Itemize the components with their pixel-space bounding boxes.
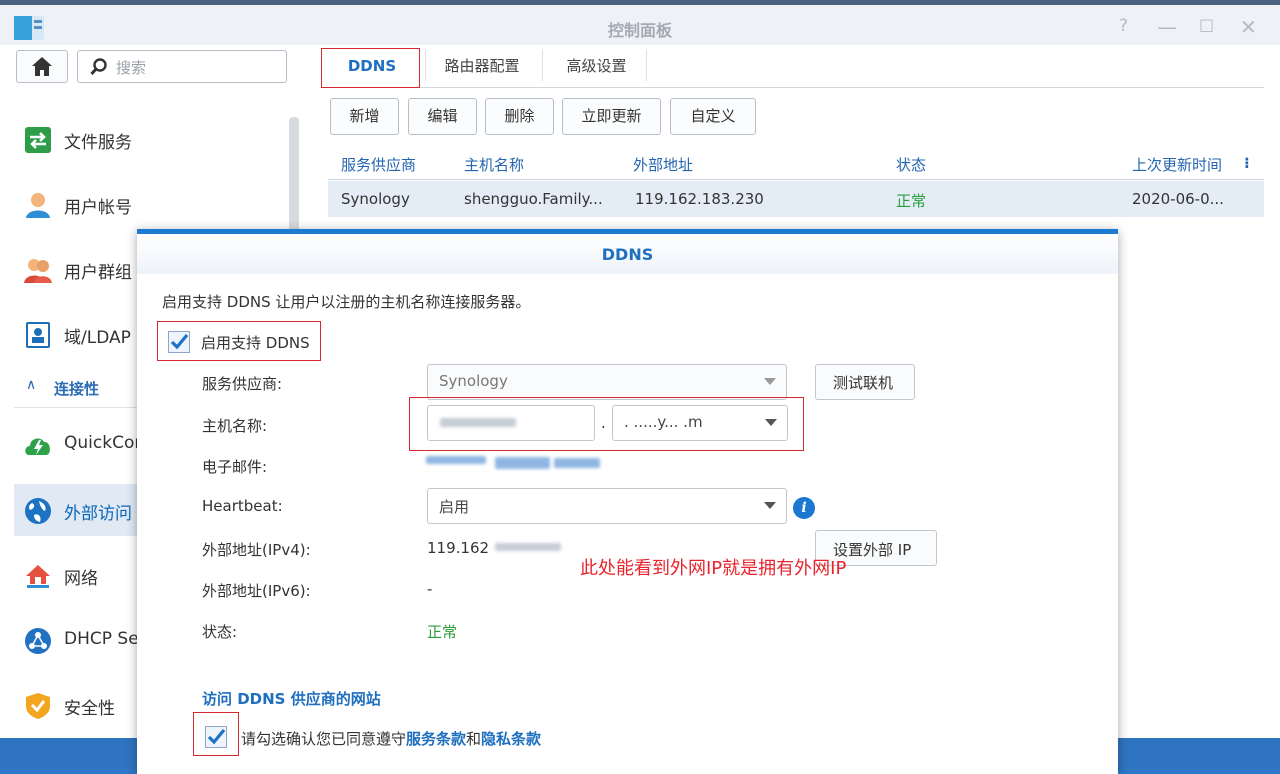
- chevron-down-icon: [764, 502, 776, 509]
- sidebar-item-label: 外部访问: [64, 504, 132, 524]
- tab-divider: [542, 49, 543, 81]
- provider-label: 服务供应商:: [202, 375, 283, 393]
- provider-value: Synology: [439, 372, 508, 390]
- annotation-text: 此处能看到外网IP就是拥有外网IP: [580, 558, 847, 579]
- dhcp-server-icon: [25, 628, 51, 654]
- cell-last-update: 2020-06-0...: [1132, 190, 1224, 208]
- hostname-highlight-box: [409, 397, 804, 451]
- home-icon: [32, 57, 52, 76]
- user-icon: [26, 193, 50, 218]
- column-external-address[interactable]: 外部地址: [633, 154, 693, 175]
- status-label: 状态:: [202, 623, 238, 641]
- sidebar-item-label: 用户帐号: [64, 198, 132, 218]
- status-value: 正常: [427, 623, 458, 641]
- tab-router-config[interactable]: 路由器配置: [430, 47, 534, 87]
- add-button[interactable]: 新增: [330, 98, 399, 135]
- column-options-icon[interactable]: ⁝: [1244, 154, 1250, 172]
- hostname-label: 主机名称:: [202, 417, 268, 435]
- file-services-icon: [25, 127, 51, 153]
- agree-and: 和: [466, 730, 482, 748]
- dialog-header: DDNS: [137, 234, 1118, 274]
- sidebar-item-label: 用户群组: [64, 263, 132, 283]
- agree-terms-text: 请勾选确认您已同意遵守服务条款和隐私条款: [241, 728, 541, 749]
- email-redacted: [495, 457, 550, 469]
- user-group-icon: [24, 259, 52, 283]
- email-label: 电子邮件:: [202, 458, 268, 476]
- domain-ldap-icon: [26, 322, 50, 348]
- cell-status: 正常: [896, 192, 927, 210]
- terms-of-service-link[interactable]: 服务条款: [406, 730, 466, 748]
- edit-button[interactable]: 编辑: [408, 98, 477, 135]
- ddns-dialog: DDNS 启用支持 DDNS 让用户以注册的主机名称连接服务器。 启用支持 DD…: [137, 229, 1118, 774]
- search-icon: [90, 58, 107, 76]
- search-box[interactable]: 搜索: [77, 50, 287, 83]
- search-placeholder: 搜索: [116, 59, 147, 77]
- provider-select[interactable]: Synology: [427, 364, 787, 400]
- ipv4-redacted: [495, 543, 561, 551]
- quickconnect-icon: [25, 438, 50, 455]
- heartbeat-select[interactable]: 启用: [427, 488, 787, 524]
- collapse-arrow-icon: ∧: [26, 377, 37, 393]
- enable-ddns-highlight-box: [157, 321, 321, 361]
- column-provider[interactable]: 服务供应商: [341, 154, 416, 175]
- title-bar: 控制面板 ? — ☐ ✕: [0, 5, 1280, 45]
- chevron-down-icon: [764, 378, 776, 385]
- update-now-button[interactable]: 立即更新: [562, 98, 661, 135]
- tab-bar-underline: [324, 87, 1264, 88]
- provider-website-link[interactable]: 访问 DDNS 供应商的网站: [202, 688, 381, 709]
- table-header: 服务供应商 主机名称 外部地址 状态 上次更新时间 ⁝: [328, 146, 1264, 180]
- sidebar-item-label: 安全性: [64, 699, 115, 719]
- column-hostname[interactable]: 主机名称: [464, 154, 524, 175]
- ipv6-label: 外部地址(IPv6):: [202, 582, 311, 600]
- tab-divider: [425, 49, 426, 81]
- tab-divider: [646, 49, 647, 81]
- external-access-icon: [25, 498, 51, 524]
- maximize-icon[interactable]: ☐: [1199, 17, 1214, 37]
- ipv6-value: -: [427, 580, 433, 598]
- tab-advanced-settings[interactable]: 高级设置: [549, 47, 644, 87]
- cell-external-address: 119.162.183.230: [635, 190, 764, 208]
- shield-icon: [26, 693, 50, 719]
- network-icon: [26, 565, 50, 588]
- agree-checkbox-highlight-box: [193, 712, 239, 756]
- cell-provider: Synology: [341, 190, 410, 208]
- tab-highlight-box: [321, 48, 420, 88]
- ipv4-value: 119.162: [427, 539, 490, 557]
- cell-hostname: shengguo.Family...: [464, 190, 603, 208]
- heartbeat-value: 启用: [439, 498, 470, 516]
- window-title: 控制面板: [607, 21, 672, 40]
- test-connection-button[interactable]: 测试联机: [815, 364, 915, 400]
- privacy-policy-link[interactable]: 隐私条款: [481, 730, 541, 748]
- customize-button[interactable]: 自定义: [670, 98, 756, 135]
- column-status[interactable]: 状态: [896, 154, 926, 175]
- sidebar-item-label: 文件服务: [64, 133, 132, 153]
- sidebar-item-user-account[interactable]: 用户帐号: [14, 178, 290, 230]
- column-last-update[interactable]: 上次更新时间: [1132, 154, 1222, 175]
- heartbeat-label: Heartbeat:: [202, 497, 283, 515]
- home-button[interactable]: [16, 50, 68, 83]
- dialog-description: 启用支持 DDNS 让用户以注册的主机名称连接服务器。: [162, 293, 531, 311]
- sidebar-item-label: 域/LDAP: [64, 328, 131, 348]
- table-row[interactable]: Synology shengguo.Family... 119.162.183.…: [328, 181, 1264, 217]
- email-redacted: [426, 456, 486, 464]
- sidebar-item-label: 网络: [64, 569, 98, 589]
- info-icon[interactable]: i: [793, 497, 815, 519]
- dialog-title: DDNS: [601, 245, 654, 264]
- section-connectivity-label: 连接性: [54, 380, 100, 398]
- email-redacted: [554, 458, 600, 468]
- ipv4-label: 外部地址(IPv4):: [202, 541, 311, 559]
- help-icon[interactable]: ?: [1119, 16, 1128, 36]
- delete-button[interactable]: 删除: [485, 98, 554, 135]
- minimize-icon[interactable]: —: [1157, 15, 1177, 39]
- close-icon[interactable]: ✕: [1240, 15, 1257, 39]
- agree-prefix: 请勾选确认您已同意遵守: [241, 730, 407, 748]
- sidebar-item-file-services[interactable]: 文件服务: [14, 113, 290, 165]
- test-connection-label: 测试联机: [833, 374, 894, 392]
